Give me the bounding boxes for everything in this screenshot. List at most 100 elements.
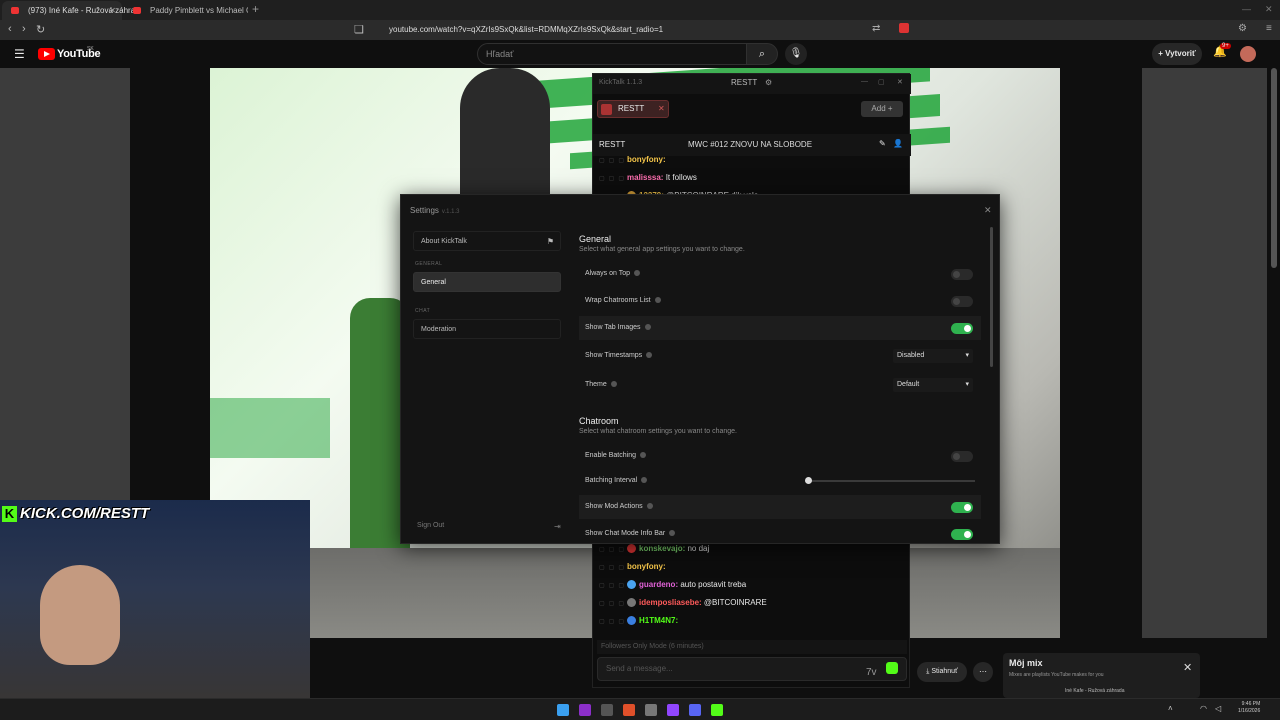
browser-tab-label: Paddy Pimblett vs Michael Chandler [150, 6, 248, 15]
sidebar-item-about[interactable]: About KickTalk ⚑ [413, 231, 561, 251]
close-icon[interactable]: ✕ [984, 205, 992, 216]
maximize-icon[interactable]: ▢ [878, 78, 885, 86]
always-on-top-toggle[interactable] [951, 269, 973, 280]
extensions-icon[interactable]: ⚙ [1238, 23, 1247, 34]
section-description: Select what general app settings you wan… [579, 246, 745, 253]
message-input[interactable]: Send a message... 7v [597, 657, 907, 681]
youtube-logo-icon[interactable] [38, 48, 55, 60]
app-icon[interactable] [579, 704, 591, 716]
sign-out-icon[interactable]: ⇥ [554, 522, 561, 531]
chat-username[interactable]: konskevajo: [639, 544, 687, 553]
batching-interval-slider[interactable] [805, 477, 975, 484]
forward-icon[interactable]: › [22, 23, 26, 35]
wrap-chatrooms-toggle[interactable] [951, 296, 973, 307]
emote-picker-icon[interactable]: 7v [866, 662, 877, 684]
chat-username[interactable]: malisssa: [627, 173, 666, 182]
channel-name: RESTT [599, 140, 626, 149]
show-mod-actions-toggle[interactable] [951, 502, 973, 513]
theme-dropdown[interactable]: Default [893, 378, 973, 392]
back-icon[interactable]: ‹ [8, 23, 12, 35]
browser-tab-youtube[interactable]: (973) Iné Kafe - Ružová záhra ✕ [2, 1, 135, 20]
setting-show-timestamps: Show Timestamps Disabled [579, 344, 981, 368]
voice-search-button[interactable]: 🎙 [785, 43, 807, 65]
mod-actions-icon[interactable]: ▢▢▢ [599, 615, 627, 629]
mod-actions-icon[interactable]: ▢▢▢ [599, 597, 627, 611]
add-chatroom-button[interactable]: Add + [861, 101, 903, 117]
menu-icon[interactable]: ≡ [1266, 23, 1272, 34]
chat-username[interactable]: idemposliasebe: [639, 598, 704, 607]
wifi-icon[interactable]: ◠ [1200, 704, 1207, 713]
kicktalk-titlebar: KickTalk 1.1.3 RESTT ⚙ — ▢ ✕ [593, 74, 911, 94]
info-icon [641, 477, 648, 484]
sign-out-button[interactable]: Sign Out [417, 522, 444, 529]
translate-icon[interactable]: ⇄ [872, 23, 880, 34]
enable-batching-toggle[interactable] [951, 451, 973, 462]
sidebar-item-moderation[interactable]: Moderation [413, 319, 561, 339]
avatar[interactable] [1240, 46, 1256, 62]
sidebar-section-general: GENERAL [415, 261, 443, 267]
close-tab-icon[interactable]: ✕ [658, 101, 665, 117]
mod-actions-icon[interactable]: ▢▢▢ [599, 561, 627, 575]
chat-message: ▢▢▢bonyfony: [599, 560, 666, 574]
brave-icon[interactable] [623, 704, 635, 716]
minimize-icon[interactable]: — [1242, 4, 1251, 14]
download-button[interactable]: ⤓ Stiahnuť [917, 662, 967, 682]
close-window-icon[interactable]: ✕ [1265, 4, 1273, 15]
chatroom-tabs: RESTT ✕ Add + [593, 96, 911, 124]
start-icon[interactable] [557, 704, 569, 716]
chat-username[interactable]: bonyfony: [627, 155, 666, 164]
kicktalk-icon[interactable] [711, 704, 723, 716]
user-icon[interactable]: 👤 [893, 139, 903, 148]
app-icon[interactable] [645, 704, 657, 716]
create-button[interactable]: + Vytvoriť [1152, 43, 1202, 65]
browser-tab-bar: (973) Iné Kafe - Ružová záhra ✕ Paddy Pi… [0, 0, 1280, 20]
page-scrollbar[interactable] [1271, 68, 1277, 268]
show-tab-images-toggle[interactable] [951, 323, 973, 334]
app-title: KickTalk 1.1.3 [599, 79, 643, 86]
slider-handle[interactable] [805, 477, 812, 484]
clock[interactable]: 9:46 PM 1/16/2026 [1238, 701, 1260, 715]
hamburger-menu-icon[interactable]: ☰ [14, 47, 25, 61]
discord-icon[interactable] [689, 704, 701, 716]
sidebar-item-general[interactable]: General [413, 272, 561, 292]
youtube-favicon-icon [133, 7, 141, 14]
close-icon[interactable]: ✕ [897, 78, 903, 86]
mod-actions-icon[interactable]: ▢▢▢ [599, 154, 627, 168]
brave-shield-icon[interactable] [899, 23, 909, 33]
chat-mode-info-bar-toggle[interactable] [951, 529, 973, 540]
kick-emote-icon[interactable] [886, 662, 898, 674]
info-icon [654, 297, 661, 304]
url-field[interactable]: youtube.com/watch?v=qXZrIs9SxQk&list=RDM… [375, 22, 890, 38]
chat-text: auto postavit treba [680, 580, 747, 589]
mod-actions-icon[interactable]: ▢▢▢ [599, 543, 627, 557]
chat-username[interactable]: H1TM4N7: [639, 616, 678, 625]
version-label: v.1.1.3 [441, 209, 460, 215]
mod-actions-icon[interactable]: ▢▢▢ [599, 579, 627, 593]
twitch-icon[interactable] [667, 704, 679, 716]
more-options-icon[interactable]: ⋯ [973, 662, 993, 682]
tray-chevron-icon[interactable]: ˄ [1168, 704, 1173, 713]
bookmark-icon[interactable]: ❏ [354, 23, 364, 36]
search-input[interactable]: Hľadať [477, 43, 747, 65]
chat-username[interactable]: guardeno: [639, 580, 680, 589]
mod-actions-icon[interactable]: ▢▢▢ [599, 172, 627, 186]
chat-username[interactable]: bonyfony: [627, 562, 666, 571]
new-tab-button[interactable]: + [252, 2, 259, 16]
browser-tab-paddy[interactable]: Paddy Pimblett vs Michael Chandler [124, 1, 248, 20]
app-icon[interactable] [601, 704, 613, 716]
settings-scrollbar[interactable] [990, 227, 993, 367]
mix-preview: Iné Kafe - Ružová záhrada [1065, 688, 1125, 694]
pin-icon[interactable]: ✎ [879, 139, 886, 148]
close-icon[interactable]: ✕ [1183, 661, 1192, 674]
user-badge-icon [627, 544, 636, 554]
chatroom-tab-restt[interactable]: RESTT ✕ [597, 100, 669, 118]
timestamps-dropdown[interactable]: Disabled [893, 349, 973, 363]
close-tab-icon[interactable]: ✕ [109, 1, 116, 20]
reload-icon[interactable]: ↻ [36, 23, 45, 36]
mix-card[interactable]: Môj mix Mixes are playlists YouTube make… [1003, 653, 1200, 698]
speaker-icon[interactable]: ◁ [1215, 704, 1221, 713]
settings-gear-icon[interactable]: ⚙ [765, 78, 772, 87]
minimize-icon[interactable]: — [861, 78, 868, 85]
section-heading-general: General [579, 234, 612, 244]
search-button[interactable]: ⌕ [746, 43, 778, 65]
